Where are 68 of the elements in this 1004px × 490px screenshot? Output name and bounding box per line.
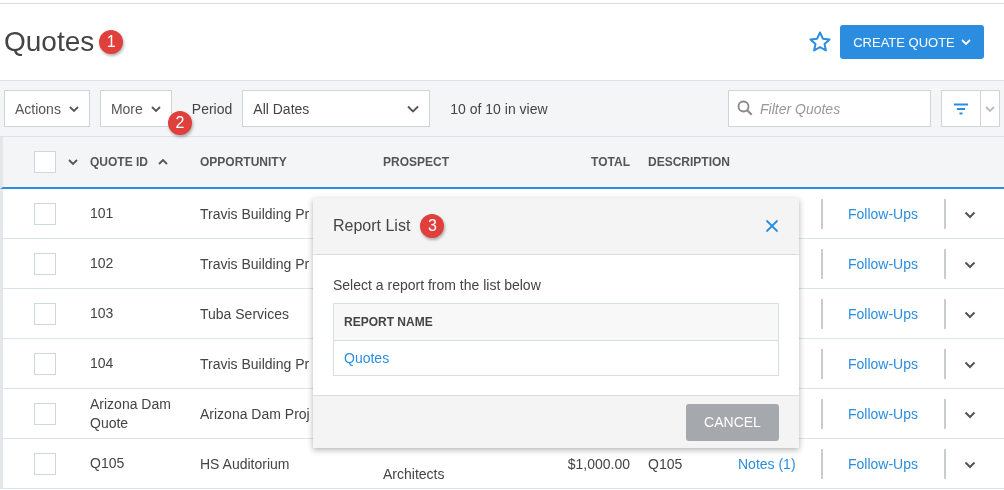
row-checkbox[interactable] [34, 302, 56, 325]
period-label: Period [191, 100, 233, 117]
caret-icon[interactable] [964, 410, 976, 419]
period-select[interactable]: All Dates [242, 90, 431, 127]
report-link[interactable]: Quotes [344, 350, 390, 366]
quote-id-cell: Q105 [90, 454, 125, 473]
view-count: 10 of 10 in view [450, 100, 548, 117]
column-header[interactable]: DESCRIPTION [638, 155, 728, 169]
follow-ups-link[interactable]: Follow-Ups [848, 205, 918, 222]
sort-up-icon [158, 158, 168, 166]
total-cell: $1,000.00 [567, 455, 630, 472]
star-icon[interactable] [808, 30, 832, 54]
row-checkbox[interactable] [34, 202, 56, 225]
follow-ups-link[interactable]: Follow-Ups [848, 305, 918, 322]
caret-icon[interactable] [964, 260, 976, 269]
caret-icon[interactable] [964, 210, 976, 219]
column-header[interactable]: TOTAL [543, 155, 638, 169]
step-badge: 2 [168, 111, 192, 135]
column-header[interactable]: QUOTE ID [83, 155, 190, 169]
follow-ups-link[interactable]: Follow-Ups [848, 355, 918, 372]
quote-id-cell-text: Arizona Dam Quote [90, 394, 172, 433]
caret-icon[interactable] [964, 360, 976, 369]
follow-ups-link[interactable]: Follow-Ups [848, 405, 918, 422]
cancel-button[interactable]: CANCEL [686, 403, 779, 441]
more-button[interactable]: More [99, 90, 172, 127]
opportunity-cell: Travis Building Pr [200, 255, 310, 272]
quote-id-cell: 103 [90, 304, 114, 323]
opportunity-cell: Travis Building Pr [200, 355, 310, 372]
dialog-instruction: Select a report from the list below [333, 277, 542, 293]
row-checkbox[interactable] [34, 352, 56, 375]
caret-icon[interactable] [68, 158, 78, 166]
opportunity-cell: HS Auditorium [200, 455, 290, 472]
caret-icon[interactable] [964, 460, 976, 469]
caret-icon [150, 104, 161, 113]
opportunity-cell: Arizona Dam Proj [200, 405, 310, 422]
step-badge: 1 [99, 30, 124, 54]
step-badge: 3 [420, 214, 445, 238]
description-cell: Q105 [648, 455, 683, 472]
follow-ups-link[interactable]: Follow-Ups [848, 255, 918, 272]
quote-id-cell: 104 [90, 354, 114, 373]
column-header[interactable]: OPPORTUNITY [190, 155, 373, 169]
dialog-title: Report List [333, 217, 411, 235]
column-header: REPORT NAME [344, 315, 433, 329]
opportunity-cell: Travis Building Pr [200, 205, 310, 222]
caret-icon [960, 38, 971, 46]
caret-icon [407, 104, 420, 113]
caret-icon[interactable] [964, 310, 976, 319]
close-icon[interactable] [765, 219, 779, 233]
prospect-cell: Architects [383, 466, 445, 482]
filter-button[interactable] [941, 90, 1000, 127]
follow-ups-link[interactable]: Follow-Ups [848, 455, 918, 472]
row-checkbox[interactable] [34, 402, 56, 425]
notes-link[interactable]: Notes (1) [738, 455, 796, 472]
create-quote-button[interactable]: CREATE QUOTE [840, 25, 984, 59]
filter-field[interactable]: Filter Quotes [728, 90, 931, 127]
column-header[interactable]: PROSPECT [373, 155, 543, 169]
actions-button[interactable]: Actions [4, 90, 90, 127]
opportunity-cell: Tuba Services [200, 305, 289, 322]
quote-id-cell: 102 [90, 254, 114, 273]
search-icon [737, 100, 753, 116]
caret-icon [68, 104, 79, 113]
row-checkbox[interactable] [34, 452, 56, 475]
quote-id-cell: 101 [90, 204, 114, 223]
select-all-checkbox[interactable] [34, 151, 56, 173]
caret-icon [985, 104, 995, 113]
filter-icon [953, 102, 969, 115]
page-title: Quotes [4, 26, 95, 58]
row-checkbox[interactable] [34, 252, 56, 275]
